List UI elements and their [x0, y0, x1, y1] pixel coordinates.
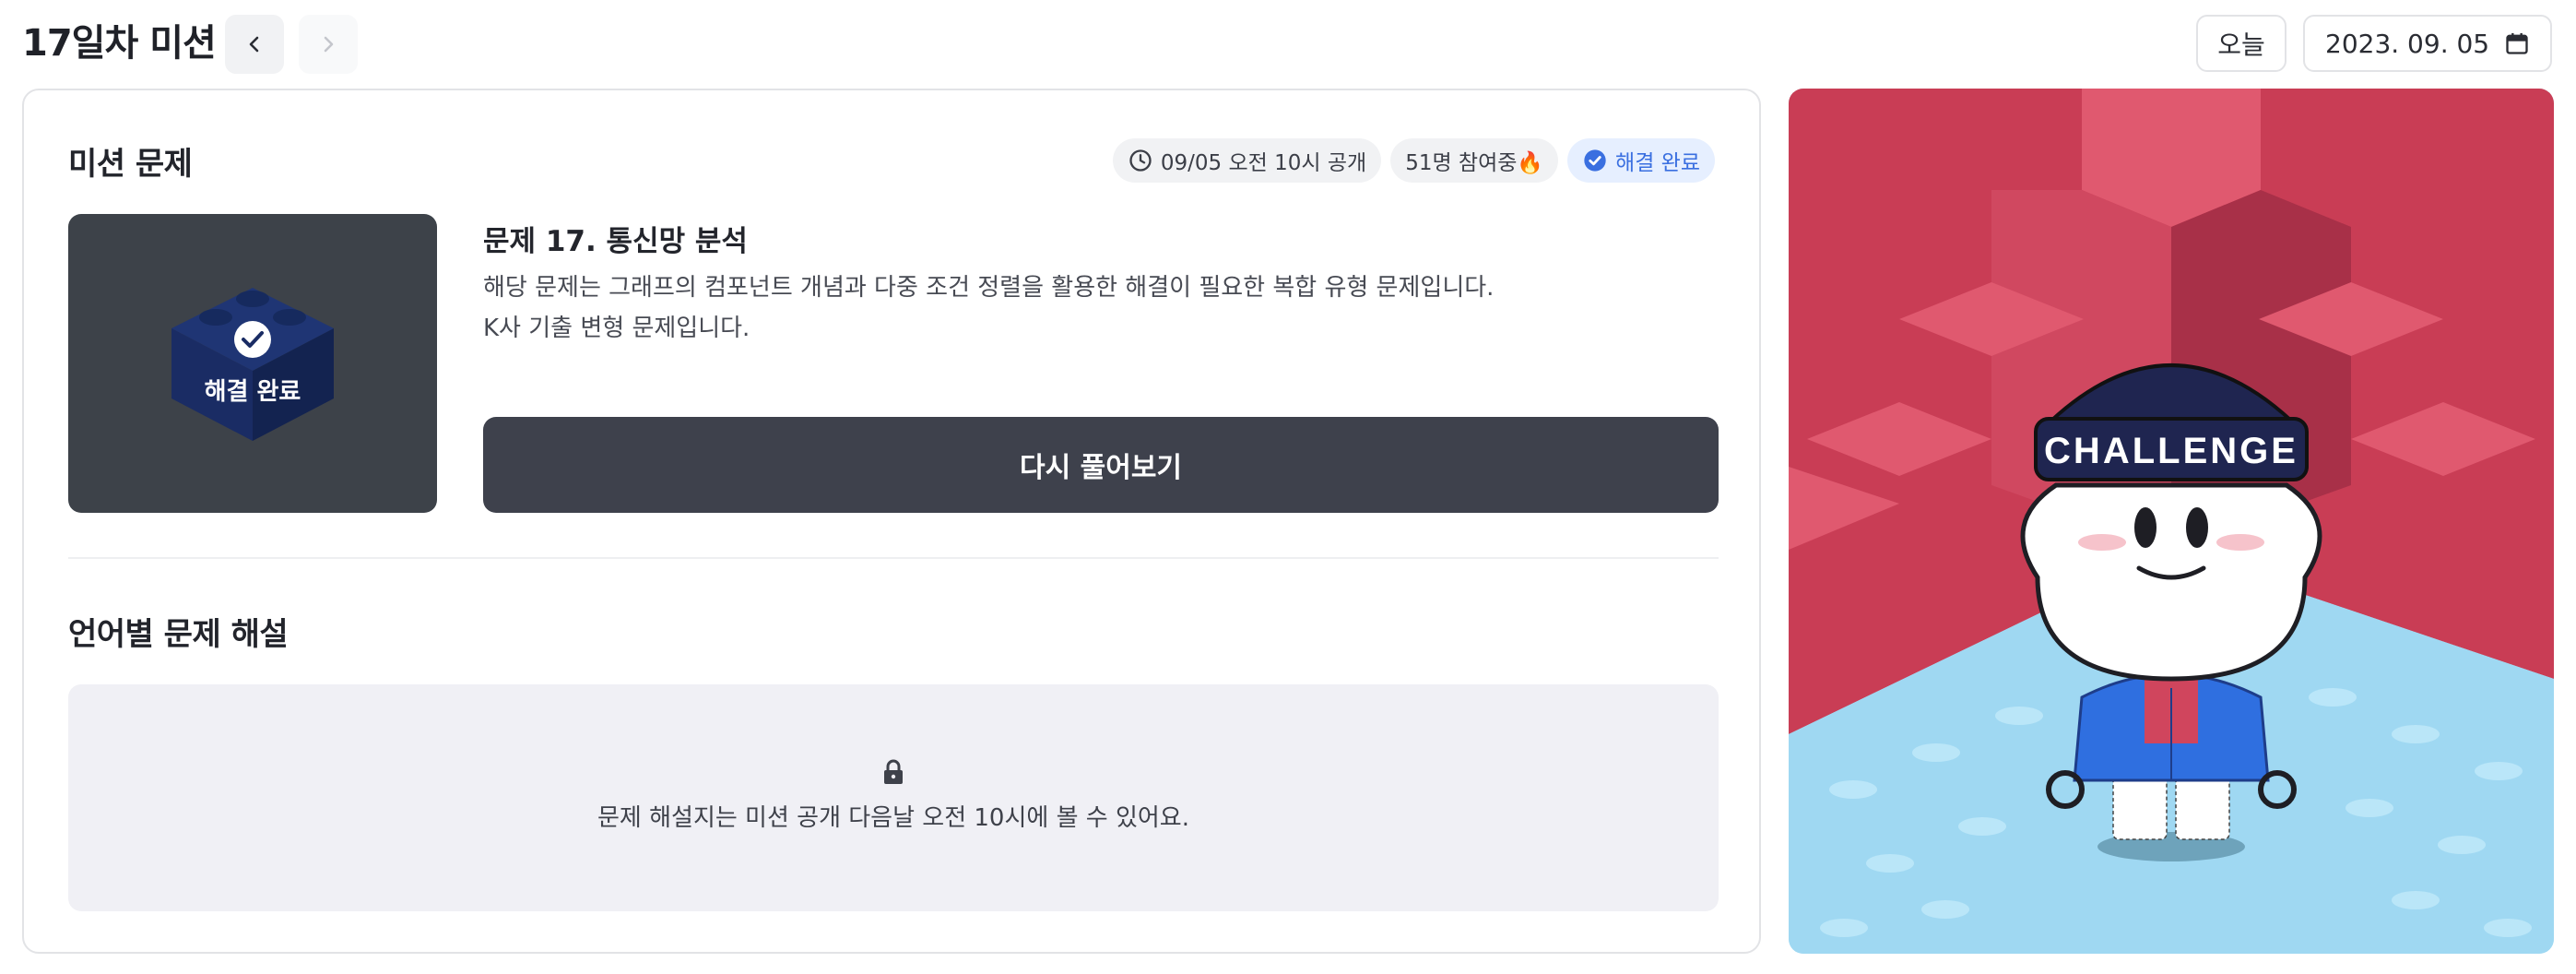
mission-card: 미션 문제 09/05 오전 10시 공개 51명 참여중🔥 해결 완료 해결 …: [22, 89, 1761, 954]
hat-label: CHALLENGE: [2044, 431, 2298, 471]
calendar-icon: [2506, 32, 2528, 54]
release-time-badge: 09/05 오전 10시 공개: [1112, 138, 1382, 183]
status-badge: 해결 완료: [1567, 138, 1715, 183]
participants-text: 51명 참여중🔥: [1405, 151, 1544, 175]
check-circle-icon: [1584, 149, 1606, 172]
challenge-illustration: CHALLENGE: [1789, 89, 2554, 954]
today-button[interactable]: 오늘: [2196, 15, 2286, 72]
participants-badge: 51명 참여중🔥: [1390, 138, 1559, 183]
description-line-1: 해당 문제는 그래프의 컴포넌트 개념과 다중 조건 정렬을 활용한 해결이 필…: [483, 274, 1495, 302]
problem-thumbnail: 해결 완료: [68, 214, 437, 513]
chevron-right-icon: [324, 36, 334, 53]
date-picker[interactable]: 2023. 09. 05: [2303, 15, 2552, 72]
next-day-button[interactable]: [299, 15, 358, 74]
section-divider: [68, 557, 1719, 559]
date-value: 2023. 09. 05: [2325, 28, 2490, 59]
chevron-left-icon: [249, 36, 259, 53]
retry-problem-button[interactable]: 다시 풀어보기: [483, 417, 1719, 513]
description-line-2: K사 기출 변형 문제입니다.: [483, 315, 750, 342]
problem-description: 해당 문제는 그래프의 컴포넌트 개념과 다중 조건 정렬을 활용한 해결이 필…: [483, 267, 1494, 349]
lego-brick-icon: [171, 288, 334, 441]
locked-solution-message: 문제 해설지는 미션 공개 다음날 오전 10시에 볼 수 있어요.: [597, 804, 1189, 832]
problem-title: 문제 17. 통신망 분석: [483, 225, 748, 258]
mission-badges: 09/05 오전 10시 공개 51명 참여중🔥 해결 완료: [1112, 138, 1715, 183]
clock-icon: [1129, 149, 1152, 172]
locked-solution-panel: 문제 해설지는 미션 공개 다음날 오전 10시에 볼 수 있어요.: [68, 684, 1719, 911]
challenge-mascot-image: CHALLENGE: [1789, 89, 2554, 954]
lock-icon: [884, 759, 903, 784]
status-text: 해결 완료: [1615, 151, 1700, 175]
release-time-text: 09/05 오전 10시 공개: [1160, 151, 1367, 175]
mission-section-title: 미션 문제: [68, 146, 193, 183]
thumbnail-status-label: 해결 완료: [204, 378, 301, 406]
solution-section-title: 언어별 문제 해설: [68, 616, 289, 653]
prev-day-button[interactable]: [225, 15, 284, 74]
page-title: 17일차 미션: [22, 22, 217, 65]
